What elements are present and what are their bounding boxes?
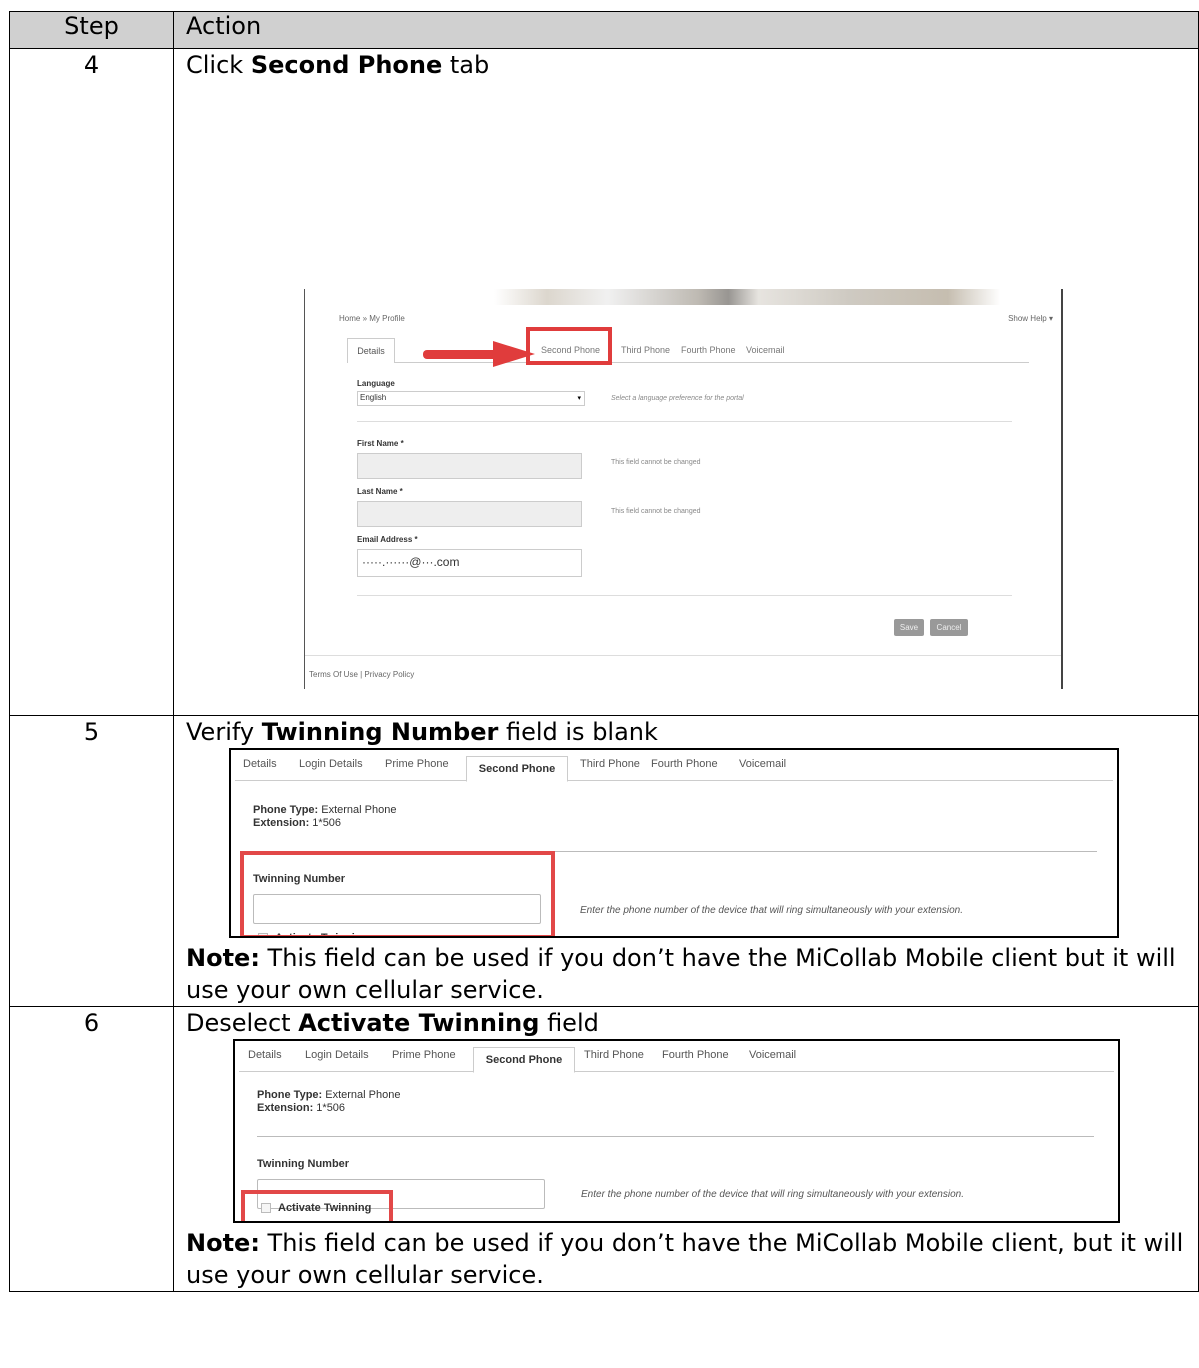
tab-fourth-phone[interactable]: Fourth Phone [662, 1049, 729, 1061]
step-number: 5 [9, 715, 174, 1007]
tab-prime-phone[interactable]: Prime Phone [385, 758, 449, 770]
email-field[interactable]: ·····.······@···.com [357, 549, 582, 577]
twinning-hint: Enter the phone number of the device tha… [581, 1189, 964, 1200]
table-row: 5 Verify Twinning Number field is blank … [9, 715, 1199, 1007]
banner-image [305, 289, 1061, 305]
tab-bar: Details Login Details Prime Phone Second… [239, 1041, 1114, 1073]
email-label: Email Address * [357, 535, 418, 544]
phone-info: Phone Type: External Phone Extension: 1*… [253, 804, 397, 829]
dropdown-icon: ▾ [577, 395, 581, 402]
last-name-field [357, 501, 582, 527]
twinning-hint: Enter the phone number of the device tha… [580, 905, 963, 916]
language-label: Language [357, 379, 395, 388]
screenshot-profile-details: Home » My Profile Show Help ▾ Details Se… [304, 289, 1063, 689]
tab-voicemail[interactable]: Voicemail [739, 758, 786, 770]
screenshot-second-phone-twinning: Details Login Details Prime Phone Second… [229, 748, 1119, 938]
instruction-table: Step Action 4 Click Second Phone tab Hom… [9, 11, 1199, 1292]
table-row: 4 Click Second Phone tab Home » My Profi… [9, 48, 1199, 716]
tab-prime-phone[interactable]: Prime Phone [392, 1049, 456, 1061]
step-action: Deselect Activate Twinning field Details… [173, 1006, 1199, 1292]
tab-third-phone[interactable]: Third Phone [621, 345, 670, 355]
tab-details[interactable]: Details [347, 338, 395, 363]
highlight-box [526, 327, 612, 365]
step-note: Note: This field can be used if you don’… [186, 1229, 1184, 1289]
tab-details[interactable]: Details [243, 758, 277, 770]
last-name-help: This field cannot be changed [611, 508, 701, 515]
step-action: Click Second Phone tab Home » My Profile… [173, 48, 1199, 716]
step-instruction: Deselect Activate Twinning field [186, 1009, 599, 1037]
step-number: 4 [9, 48, 174, 716]
header-step: Step [9, 11, 174, 49]
tab-details[interactable]: Details [248, 1049, 282, 1061]
twinning-number-label: Twinning Number [257, 1158, 350, 1170]
tab-bar: Details Login Details Prime Phone Second… [235, 750, 1113, 782]
tab-voicemail[interactable]: Voicemail [749, 1049, 796, 1061]
last-name-label: Last Name * [357, 487, 403, 496]
breadcrumb[interactable]: Home » My Profile [339, 314, 405, 323]
step-note: Note: This field can be used if you don’… [186, 944, 1176, 1004]
screenshot-second-phone-activate: Details Login Details Prime Phone Second… [233, 1039, 1120, 1223]
language-select[interactable]: English ▾ [357, 391, 585, 406]
save-button[interactable]: Save [894, 619, 924, 636]
tab-login-details[interactable]: Login Details [305, 1049, 369, 1061]
header-action: Action [173, 11, 1199, 49]
cancel-button[interactable]: Cancel [930, 619, 968, 636]
arrow-right-icon [423, 341, 535, 367]
first-name-label: First Name * [357, 439, 404, 448]
table-header-row: Step Action [9, 11, 1199, 49]
tab-login-details[interactable]: Login Details [299, 758, 363, 770]
first-name-help: This field cannot be changed [611, 459, 701, 466]
tab-second-phone[interactable]: Second Phone [466, 756, 568, 782]
step-number: 6 [9, 1006, 174, 1292]
first-name-field [357, 453, 582, 479]
tab-fourth-phone[interactable]: Fourth Phone [651, 758, 718, 770]
footer-links[interactable]: Terms Of Use | Privacy Policy [309, 670, 414, 679]
table-row: 6 Deselect Activate Twinning field Detai… [9, 1006, 1199, 1292]
tab-third-phone[interactable]: Third Phone [580, 758, 640, 770]
tab-third-phone[interactable]: Third Phone [584, 1049, 644, 1061]
step-instruction: Verify Twinning Number field is blank [186, 718, 658, 746]
show-help-link[interactable]: Show Help ▾ [1008, 314, 1053, 323]
tab-second-phone[interactable]: Second Phone [473, 1047, 575, 1073]
step-action: Verify Twinning Number field is blank De… [173, 715, 1199, 1007]
phone-info: Phone Type: External Phone Extension: 1*… [257, 1089, 401, 1114]
tab-fourth-phone[interactable]: Fourth Phone [681, 345, 736, 355]
step-instruction: Click Second Phone tab [186, 51, 490, 79]
highlight-box [240, 851, 555, 936]
tab-voicemail[interactable]: Voicemail [746, 345, 785, 355]
highlight-box [241, 1190, 393, 1221]
language-help: Select a language preference for the por… [611, 395, 744, 402]
